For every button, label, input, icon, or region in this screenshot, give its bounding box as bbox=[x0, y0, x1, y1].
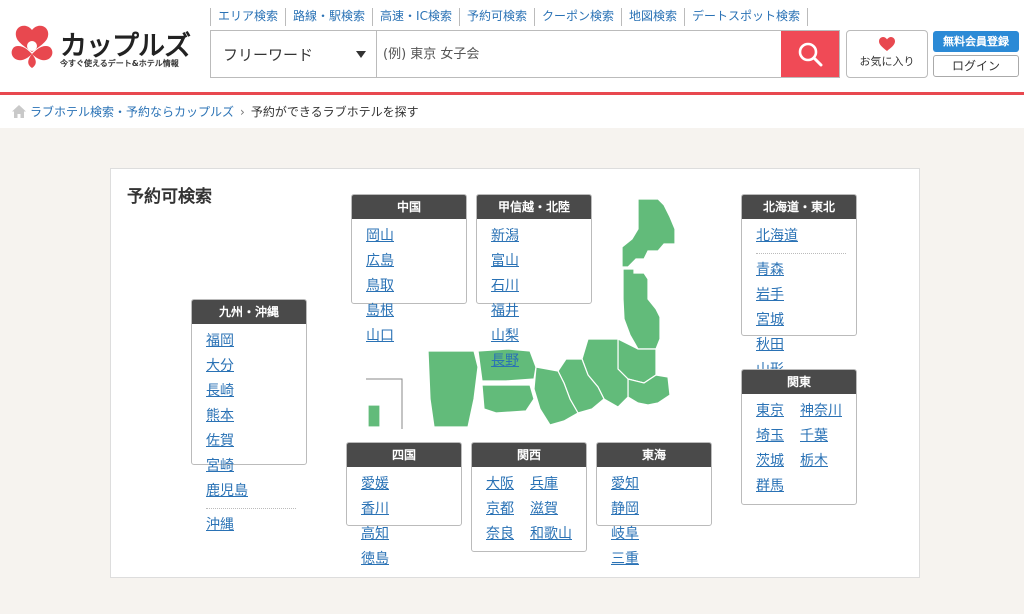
pref-ibaraki-link[interactable]: 茨城 bbox=[756, 449, 800, 474]
region-chugoku: 中国 岡山広島 鳥取島根 山口 bbox=[351, 194, 467, 344]
pref-wakayama-link[interactable]: 和歌山 bbox=[530, 522, 581, 547]
caret-down-icon bbox=[356, 51, 366, 58]
login-button[interactable]: ログイン bbox=[933, 55, 1019, 77]
region-header: 関西 bbox=[472, 443, 586, 467]
region-kanto: 関東 東京 神奈川 埼玉 千葉 茨城 栃木 群馬 bbox=[741, 369, 857, 505]
chevron-right-icon: › bbox=[240, 104, 245, 119]
search-input[interactable] bbox=[377, 31, 781, 77]
heart-icon bbox=[879, 37, 895, 51]
home-icon bbox=[12, 105, 26, 118]
region-header: 北海道・東北 bbox=[742, 195, 856, 219]
register-button[interactable]: 無料会員登録 bbox=[933, 31, 1019, 52]
pref-fukui-link[interactable]: 福井 bbox=[491, 299, 542, 324]
pref-okayama-link[interactable]: 岡山 bbox=[366, 224, 417, 249]
pref-yamanashi-link[interactable]: 山梨 bbox=[491, 324, 542, 349]
region-header: 中国 bbox=[352, 195, 466, 219]
pref-kanagawa-link[interactable]: 神奈川 bbox=[800, 399, 851, 424]
nav-reservable-search[interactable]: 予約可検索 bbox=[458, 8, 534, 26]
pref-nara-link[interactable]: 奈良 bbox=[486, 522, 530, 547]
region-header: 四国 bbox=[347, 443, 461, 467]
divider bbox=[206, 508, 296, 509]
site-header: カップルズ 今すぐ使えるデート&ホテル情報 エリア検索 路線・駅検索 高速・IC… bbox=[0, 0, 1024, 95]
breadcrumb-home-link[interactable]: ラブホテル検索・予約ならカップルズ bbox=[30, 103, 234, 120]
divider bbox=[756, 253, 846, 254]
pref-yamaguchi-link[interactable]: 山口 bbox=[366, 324, 417, 349]
pref-akita-link[interactable]: 秋田 bbox=[756, 333, 807, 358]
region-kyushu-okinawa: 九州・沖縄 福岡大分 長崎熊本 佐賀宮崎 鹿児島 沖縄 bbox=[191, 299, 307, 533]
nav-coupon-search[interactable]: クーポン検索 bbox=[533, 8, 621, 26]
region-header: 九州・沖縄 bbox=[192, 300, 306, 324]
pref-fukuoka-link[interactable]: 福岡 bbox=[206, 329, 257, 354]
hokkaido-shape bbox=[621, 199, 676, 268]
favorites-button[interactable]: お気に入り bbox=[846, 30, 928, 78]
pref-oita-link[interactable]: 大分 bbox=[206, 354, 257, 379]
nav-map-search[interactable]: 地図検索 bbox=[620, 8, 684, 26]
search-bar: フリーワード bbox=[210, 30, 840, 78]
search-icon bbox=[798, 42, 823, 67]
breadcrumb: ラブホテル検索・予約ならカップルズ › 予約ができるラブホテルを探す bbox=[0, 95, 1024, 128]
pref-kumamoto-link[interactable]: 熊本 bbox=[206, 404, 257, 429]
pref-aichi-link[interactable]: 愛知 bbox=[611, 472, 662, 497]
pref-saga-link[interactable]: 佐賀 bbox=[206, 429, 257, 454]
pref-miyazaki-link[interactable]: 宮崎 bbox=[206, 454, 257, 479]
pref-ishikawa-link[interactable]: 石川 bbox=[491, 274, 542, 299]
site-logo[interactable]: カップルズ 今すぐ使えるデート&ホテル情報 bbox=[10, 22, 192, 70]
breadcrumb-current: 予約ができるラブホテルを探す bbox=[250, 105, 419, 119]
region-hokkaido-tohoku: 北海道・東北 北海道 青森岩手 宮城秋田 山形福島 bbox=[741, 194, 857, 403]
nav-highway-ic-search[interactable]: 高速・IC検索 bbox=[372, 8, 459, 26]
pref-gunma-link[interactable]: 群馬 bbox=[756, 474, 800, 499]
pref-kyoto-link[interactable]: 京都 bbox=[486, 497, 530, 522]
region-header: 甲信越・北陸 bbox=[477, 195, 591, 219]
pref-nagano-link[interactable]: 長野 bbox=[491, 349, 542, 374]
region-shikoku: 四国 愛媛香川 高知徳島 bbox=[346, 442, 462, 567]
pref-shimane-link[interactable]: 島根 bbox=[366, 299, 417, 324]
favorites-label: お気に入り bbox=[859, 55, 915, 68]
search-type-value: フリーワード bbox=[223, 46, 314, 64]
region-koshinetsu-hokuriku: 甲信越・北陸 新潟富山 石川福井 山梨長野 bbox=[476, 194, 592, 369]
search-type-select[interactable]: フリーワード bbox=[211, 31, 377, 77]
nav-date-spot-search[interactable]: デートスポット検索 bbox=[684, 8, 809, 26]
pref-mie-link[interactable]: 三重 bbox=[611, 547, 662, 572]
pref-hokkaido-link[interactable]: 北海道 bbox=[756, 224, 807, 249]
pref-okinawa-link[interactable]: 沖縄 bbox=[206, 513, 257, 538]
pref-aomori-link[interactable]: 青森 bbox=[756, 258, 807, 283]
region-header: 関東 bbox=[742, 370, 856, 394]
pref-shizuoka-link[interactable]: 静岡 bbox=[611, 497, 662, 522]
pref-toyama-link[interactable]: 富山 bbox=[491, 249, 542, 274]
pref-kagoshima-link[interactable]: 鹿児島 bbox=[206, 479, 257, 504]
nav-line-station-search[interactable]: 路線・駅検索 bbox=[285, 8, 372, 26]
pref-miyagi-link[interactable]: 宮城 bbox=[756, 308, 807, 333]
pref-kochi-link[interactable]: 高知 bbox=[361, 522, 412, 547]
pref-saitama-link[interactable]: 埼玉 bbox=[756, 424, 800, 449]
pref-tottori-link[interactable]: 鳥取 bbox=[366, 274, 417, 299]
nav-area-search[interactable]: エリア検索 bbox=[210, 8, 285, 26]
page-title: 予約可検索 bbox=[127, 187, 212, 207]
region-kansai: 関西 大阪 兵庫 京都 滋賀 奈良 和歌山 bbox=[471, 442, 587, 552]
logo-heart-icon bbox=[11, 25, 53, 68]
pref-niigata-link[interactable]: 新潟 bbox=[491, 224, 542, 249]
pref-chiba-link[interactable]: 千葉 bbox=[800, 424, 851, 449]
logo-tagline: 今すぐ使えるデート&ホテル情報 bbox=[60, 59, 179, 68]
pref-hiroshima-link[interactable]: 広島 bbox=[366, 249, 417, 274]
pref-nagasaki-link[interactable]: 長崎 bbox=[206, 379, 257, 404]
pref-tochigi-link[interactable]: 栃木 bbox=[800, 449, 851, 474]
pref-tokyo-link[interactable]: 東京 bbox=[756, 399, 800, 424]
region-header: 東海 bbox=[597, 443, 711, 467]
pref-kagawa-link[interactable]: 香川 bbox=[361, 497, 412, 522]
pref-iwate-link[interactable]: 岩手 bbox=[756, 283, 807, 308]
reservable-search-panel: 予約可検索 中国 岡山広島 鳥取島根 山口 甲信越・北陸 新潟富山 石川福井 山… bbox=[110, 168, 920, 578]
pref-ehime-link[interactable]: 愛媛 bbox=[361, 472, 412, 497]
top-nav: エリア検索 路線・駅検索 高速・IC検索 予約可検索 クーポン検索 地図検索 デ… bbox=[210, 8, 809, 26]
pref-hyogo-link[interactable]: 兵庫 bbox=[530, 472, 581, 497]
search-button[interactable] bbox=[781, 31, 839, 77]
region-tokai: 東海 愛知静岡 岐阜三重 bbox=[596, 442, 712, 567]
pref-tokushima-link[interactable]: 徳島 bbox=[361, 547, 412, 572]
pref-osaka-link[interactable]: 大阪 bbox=[486, 472, 530, 497]
pref-shiga-link[interactable]: 滋賀 bbox=[530, 497, 581, 522]
pref-gifu-link[interactable]: 岐阜 bbox=[611, 522, 662, 547]
